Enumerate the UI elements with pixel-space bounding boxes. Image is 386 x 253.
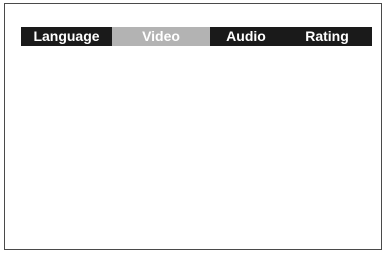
tab-video[interactable]: Video bbox=[112, 27, 210, 46]
tab-rating[interactable]: Rating bbox=[282, 27, 372, 46]
tab-audio[interactable]: Audio bbox=[210, 27, 282, 46]
setup-menu-tab-bar: Language Video Audio Rating bbox=[21, 27, 372, 46]
tab-language[interactable]: Language bbox=[21, 27, 112, 46]
